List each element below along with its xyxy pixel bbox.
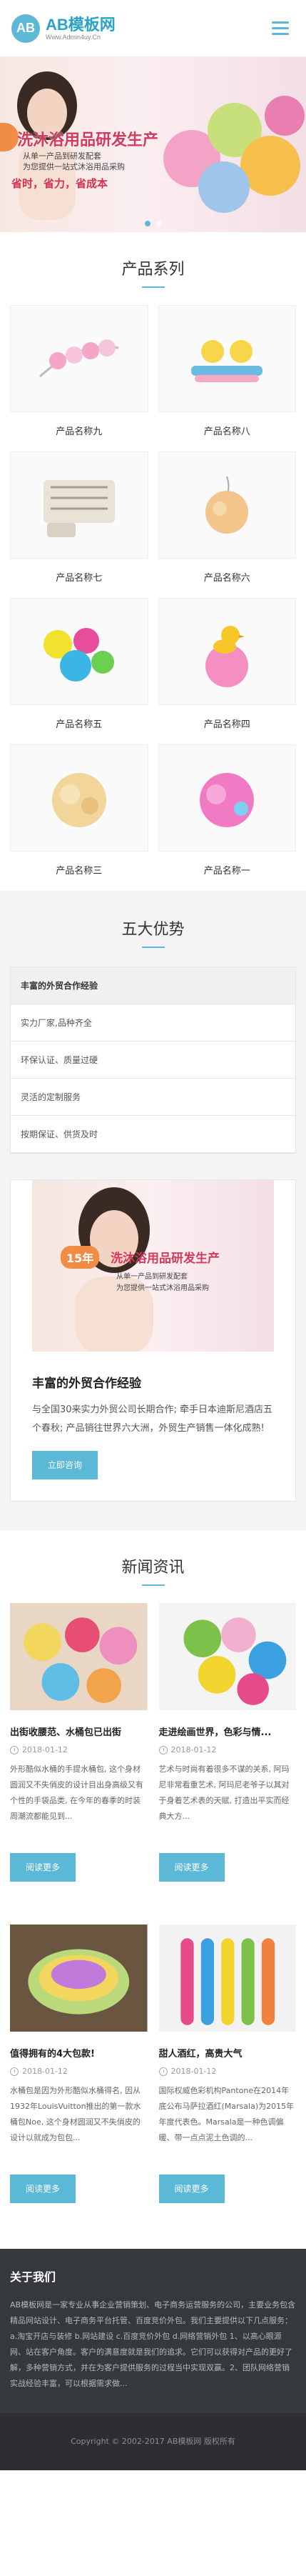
products-title: 产品系列	[0, 232, 306, 305]
banner-dot[interactable]	[144, 221, 151, 226]
news-title[interactable]: 出街收腰范、水桶包已出街	[10, 1724, 148, 1738]
hero-banner[interactable]: 洗沐浴用品研发生产 从单一产品到研发配套 为您提供一站式沐浴用品采购 省时，省力…	[0, 57, 306, 232]
product-grid: 产品名称九 产品名称八 产品名称七 产品名称六 产品名称五 产品名称四 产品名称…	[0, 305, 306, 891]
pink-puff-image[interactable]	[158, 744, 296, 852]
sponge-set-image[interactable]	[10, 598, 148, 705]
striped-towel-image[interactable]	[10, 451, 148, 559]
logo-text: AB模板网 Www.Admin4uy.Cn	[46, 16, 116, 41]
about-text: AB模板网是一家专业从事企业营销策划、电子商务运营服务的公司，主要业务包含精品网…	[10, 2300, 296, 2388]
site-header: AB AB模板网 Www.Admin4uy.Cn	[0, 0, 306, 57]
banner-dot[interactable]	[155, 221, 162, 226]
read-more-button[interactable]: 阅读更多	[10, 2175, 76, 2203]
advantage-card: 15年 洗沐浴用品研发生产 从单一产品到研发配套 为您提供一站式沐浴用品采购 丰…	[10, 1179, 296, 1502]
news-excerpt: 艺术与时尚有着很多不谋的关系, 阿玛尼非常看重艺术, 阿玛尼老爷子以其对于身着艺…	[158, 1764, 290, 1821]
news-excerpt: 水桶包是因为外形酷似水桶得名, 因从1932年LouisVuitton推出的第一…	[10, 2086, 141, 2142]
product-card[interactable]: 产品名称一	[158, 744, 297, 891]
read-more-button[interactable]: 阅读更多	[10, 1853, 76, 1882]
banner-subtitle-2: 为您提供一站式沐浴用品采购	[23, 162, 125, 171]
about-section: 关于我们 AB模板网是一家专业从事企业营销策划、电子商务运营服务的公司，主要业务…	[0, 2249, 306, 2413]
news-title[interactable]: 走进绘画世界，色彩与情...	[159, 1724, 297, 1738]
advantage-tab[interactable]: 按期保证、供货及时	[11, 1116, 295, 1153]
advantage-banner-title: 洗沐浴用品研发生产	[111, 1252, 220, 1266]
clock-icon	[158, 2067, 168, 2076]
advantage-tab[interactable]: 实力厂家,品种齐全	[11, 1004, 295, 1042]
product-name[interactable]: 产品名称三	[10, 852, 148, 877]
product-name[interactable]: 产品名称五	[10, 705, 148, 730]
product-name[interactable]: 产品名称八	[158, 412, 297, 437]
sponges-photo	[163, 96, 305, 213]
news-title[interactable]: 甜人酒红，高贵大气	[159, 2046, 297, 2060]
advantage-banner-image: 15年 洗沐浴用品研发生产 从单一产品到研发配套 为您提供一站式沐浴用品采购	[32, 1180, 274, 1352]
news-card: 出街收腰范、水桶包已出街 2018-01-12 外形酷似水桶的手提水桶包, 这个…	[10, 1603, 148, 1924]
news-image[interactable]	[158, 1924, 296, 2032]
advantage-card-title: 丰富的外贸合作经验	[32, 1377, 141, 1391]
banner-title: 洗沐浴用品研发生产	[17, 131, 159, 149]
clock-icon	[10, 2067, 19, 2076]
advantages-list: 丰富的外贸合作经验 实力厂家,品种齐全 环保认证、质量过硬 灵活的定制服务 按期…	[10, 967, 296, 1154]
bath-puff-image[interactable]	[158, 451, 296, 559]
news-image[interactable]	[10, 1924, 148, 2032]
product-name[interactable]: 产品名称四	[158, 705, 297, 730]
news-image[interactable]	[10, 1603, 148, 1710]
advantage-tab[interactable]: 灵活的定制服务	[11, 1079, 295, 1116]
logo-mark: AB	[11, 14, 40, 43]
news-excerpt: 国际权威色彩机构Pantone在2014年底公布马萨拉酒红(Marsala)为2…	[158, 2086, 295, 2142]
news-title[interactable]: 值得拥有的4大包款!	[10, 2046, 148, 2060]
advantage-banner-sub2: 为您提供一站式沐浴用品采购	[116, 1284, 209, 1292]
product-name[interactable]: 产品名称一	[158, 852, 297, 877]
read-more-button[interactable]: 阅读更多	[158, 2175, 225, 2203]
advantage-card-text: 与全国30来实力外贸公司长期合作; 牵手日本迪斯尼酒店五个春秋; 产品销往世界六…	[32, 1404, 273, 1434]
product-card[interactable]: 产品名称四	[158, 598, 297, 744]
logo-domain: Www.Admin4uy.Cn	[46, 33, 101, 41]
read-more-button[interactable]: 阅读更多	[158, 1853, 225, 1882]
news-date: 2018-01-12	[10, 2067, 148, 2076]
clock-icon	[10, 1745, 19, 1754]
product-card[interactable]: 产品名称九	[10, 305, 148, 451]
news-card: 值得拥有的4大包款! 2018-01-12 水桶包是因为外形酷似水桶得名, 因从…	[10, 1924, 148, 2246]
advantage-tab[interactable]: 环保认证、质量过硬	[11, 1042, 295, 1079]
news-excerpt: 外形酷似水桶的手提水桶包, 这个身材圆润又不失俏皮的设计目出身高级又有个性的手袋…	[10, 1764, 143, 1821]
copyright: Copyright © 2002-2017 AB模板网 版权所有	[0, 2413, 306, 2470]
banner-pagination	[0, 221, 306, 226]
news-card: 走进绘画世界，色彩与情... 2018-01-12 艺术与时尚有着很多不谋的关系…	[158, 1603, 297, 1924]
banner-slogan: 省时，省力，省成本	[11, 177, 108, 190]
yellow-puff-image[interactable]	[10, 744, 148, 852]
product-name[interactable]: 产品名称六	[158, 559, 297, 584]
product-name[interactable]: 产品名称七	[10, 559, 148, 584]
advantage-tab[interactable]: 丰富的外贸合作经验	[11, 967, 295, 1004]
product-card[interactable]: 产品名称六	[158, 451, 297, 598]
advantages-section: 五大优势 丰富的外贸合作经验 实力厂家,品种齐全 环保认证、质量过硬 灵活的定制…	[0, 891, 306, 1530]
advantages-title: 五大优势	[0, 891, 306, 967]
advantage-banner-year: 15年	[61, 1246, 100, 1269]
site-logo[interactable]: AB AB模板网 Www.Admin4uy.Cn	[11, 14, 116, 43]
product-card[interactable]: 产品名称七	[10, 451, 148, 598]
logo-name: AB模板网	[46, 15, 116, 34]
banner-subtitle-1: 从单一产品到研发配套	[23, 151, 101, 161]
consult-button[interactable]: 立即咨询	[32, 1451, 98, 1479]
product-card[interactable]: 产品名称八	[158, 305, 297, 451]
menu-icon[interactable]	[266, 14, 295, 43]
bath-strap-image[interactable]	[10, 305, 148, 412]
news-title: 新闻资讯	[0, 1530, 306, 1603]
product-card[interactable]: 产品名称五	[10, 598, 148, 744]
news-date: 2018-01-12	[158, 2067, 297, 2076]
news-image[interactable]	[158, 1603, 296, 1710]
clock-icon	[158, 1745, 168, 1754]
product-name[interactable]: 产品名称九	[10, 412, 148, 437]
about-title: 关于我们	[10, 2270, 56, 2284]
advantage-banner-sub1: 从单一产品到研发配套	[116, 1273, 188, 1281]
duck-sponge-image[interactable]	[158, 598, 296, 705]
towel-set-image[interactable]	[158, 305, 296, 412]
news-date: 2018-01-12	[158, 1745, 297, 1754]
news-card: 甜人酒红，高贵大气 2018-01-12 国际权威色彩机构Pantone在201…	[158, 1924, 297, 2246]
news-date: 2018-01-12	[10, 1745, 148, 1754]
product-card[interactable]: 产品名称三	[10, 744, 148, 891]
news-grid: 出街收腰范、水桶包已出街 2018-01-12 外形酷似水桶的手提水桶包, 这个…	[0, 1603, 306, 2246]
